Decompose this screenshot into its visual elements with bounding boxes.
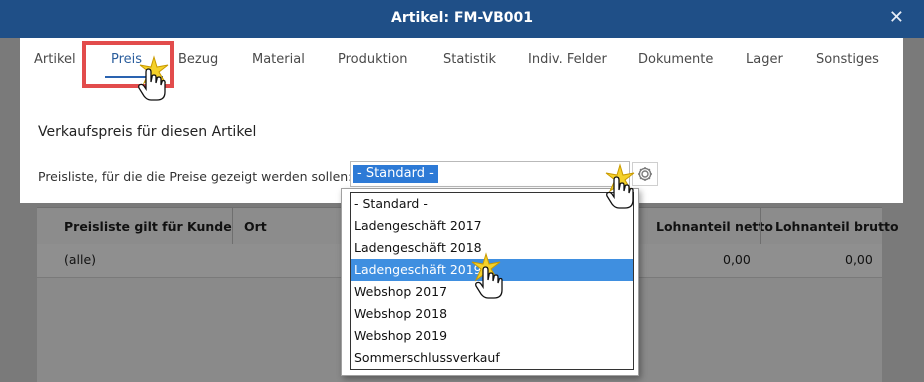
tab-artikel[interactable]: Artikel <box>34 52 76 67</box>
window-titlebar: Artikel: FM-VB001 ✕ <box>0 0 924 38</box>
column-divider <box>760 208 761 244</box>
pricelist-selected-value: - Standard - <box>353 165 438 183</box>
tab-sonstiges[interactable]: Sonstiges <box>816 52 879 67</box>
column-header-lohnanteil-brutto[interactable]: Lohnanteil brutto <box>775 219 899 234</box>
column-header-ort[interactable]: Ort <box>244 219 267 234</box>
tab-dokumente[interactable]: Dokumente <box>638 52 713 67</box>
pricelist-select[interactable]: - Standard - <box>350 161 630 187</box>
cell-kunde: (alle) <box>64 252 97 267</box>
dropdown-option[interactable]: Webshop 2019 <box>351 325 633 347</box>
tab-lager[interactable]: Lager <box>746 52 783 67</box>
dropdown-option[interactable]: Webshop 2018 <box>351 303 633 325</box>
dropdown-option[interactable]: Sommerschlussverkauf <box>351 347 633 369</box>
column-divider <box>232 208 233 244</box>
window-title: Artikel: FM-VB001 <box>391 10 533 26</box>
close-icon[interactable]: ✕ <box>889 7 904 28</box>
cell-lohnanteil-brutto: 0,00 <box>845 252 873 267</box>
tab-indiv-felder[interactable]: Indiv. Felder <box>528 52 607 67</box>
tab-produktion[interactable]: Produktion <box>338 52 408 67</box>
hand-cursor-icon <box>138 68 166 101</box>
hand-cursor-icon <box>475 266 503 299</box>
pricelist-label: Preisliste, für die die Preise gezeigt w… <box>38 169 353 184</box>
tab-statistik[interactable]: Statistik <box>443 52 496 67</box>
section-title: Verkaufspreis für diesen Artikel <box>38 124 257 140</box>
tab-bezug[interactable]: Bezug <box>178 52 218 67</box>
dropdown-option[interactable]: - Standard - <box>351 193 633 215</box>
cell-lohnanteil-netto: 0,00 <box>723 252 751 267</box>
column-header-kunde[interactable]: Preisliste gilt für Kunde <box>64 219 232 234</box>
gear-icon <box>638 167 652 181</box>
tab-material[interactable]: Material <box>252 52 305 67</box>
dropdown-option[interactable]: Ladengeschäft 2017 <box>351 215 633 237</box>
column-header-lohnanteil-netto[interactable]: Lohnanteil netto <box>656 219 773 234</box>
hand-cursor-icon <box>606 176 634 209</box>
